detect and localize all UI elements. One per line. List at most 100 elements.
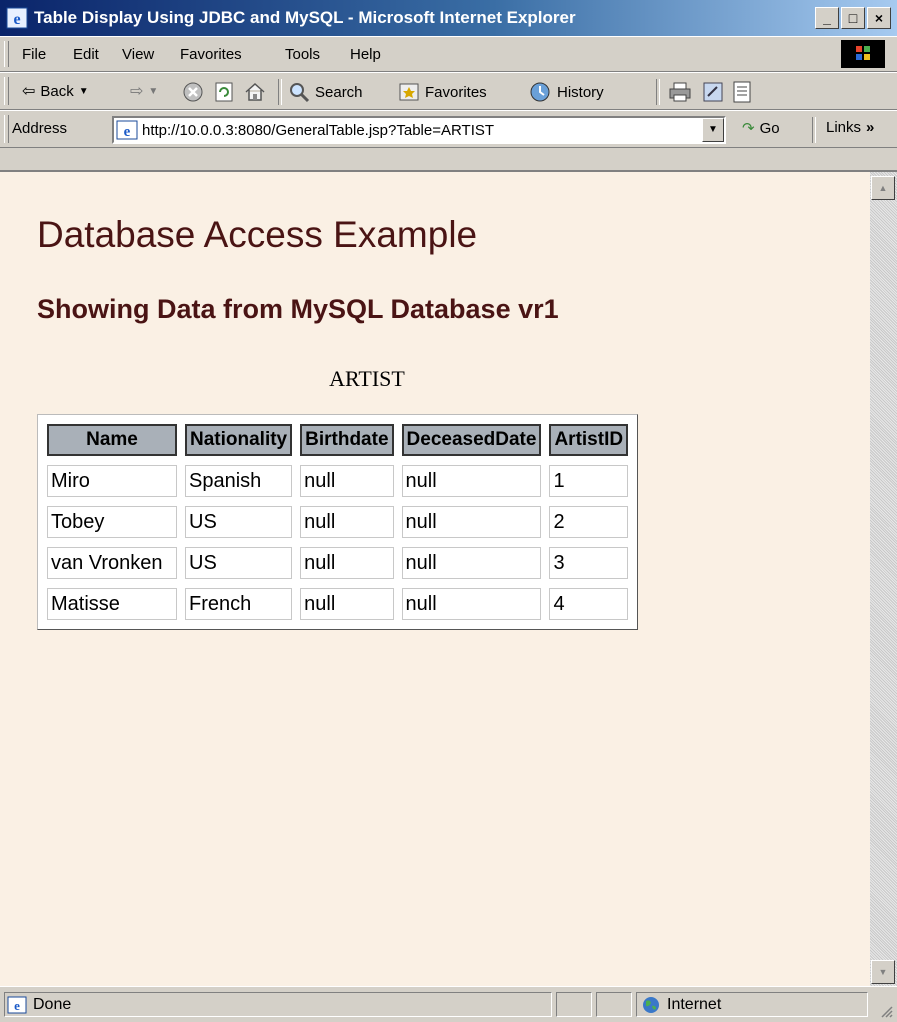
back-button[interactable]: ⇦ Back ▼ xyxy=(22,81,89,101)
menu-bar: File Edit View Favorites Tools Help xyxy=(0,36,897,72)
stop-icon xyxy=(183,82,203,102)
table-cell: US xyxy=(185,506,293,538)
table-cell: Tobey xyxy=(47,506,177,538)
title-bar: e Table Display Using JDBC and MySQL - M… xyxy=(0,0,897,36)
history-button[interactable]: History xyxy=(528,81,604,103)
table-cell: null xyxy=(300,465,394,497)
table-caption: ARTIST xyxy=(329,366,405,391)
table-cell: null xyxy=(401,465,542,497)
status-text: Done xyxy=(33,995,72,1013)
scroll-up-button[interactable]: ▲ xyxy=(871,176,895,200)
table-cell: US xyxy=(185,547,293,579)
ie-logo-icon: e xyxy=(6,7,28,29)
standard-toolbar: ⇦ Back ▼ ⇨ ▼ Search Favorites History xyxy=(0,72,897,110)
table-cell: 3 xyxy=(549,547,629,579)
address-label: Address xyxy=(12,120,68,137)
links-label: Links xyxy=(826,119,862,136)
links-button[interactable]: Links » xyxy=(826,119,874,136)
ie-page-icon: e xyxy=(116,120,138,140)
address-separator xyxy=(812,117,816,143)
scroll-down-button[interactable]: ▼ xyxy=(871,960,895,984)
vertical-scrollbar[interactable]: ▲ ▼ xyxy=(870,172,897,986)
menu-help[interactable]: Help xyxy=(350,46,381,63)
close-button[interactable]: × xyxy=(867,7,891,29)
table-cell: null xyxy=(300,547,394,579)
favorites-icon xyxy=(399,83,419,101)
go-arrow-icon: ↷ xyxy=(742,120,755,137)
table-cell: 4 xyxy=(549,588,629,620)
home-button[interactable] xyxy=(244,81,266,103)
forward-arrow-icon: ⇨ xyxy=(130,83,144,100)
zone-text: Internet xyxy=(667,995,722,1013)
globe-icon xyxy=(643,996,659,1013)
go-button[interactable]: ↷ Go xyxy=(742,119,780,138)
status-panel xyxy=(556,992,592,1017)
menu-view[interactable]: View xyxy=(122,46,154,63)
column-header-artistid: ArtistID xyxy=(549,424,629,456)
search-icon xyxy=(290,83,310,103)
data-table: Name Nationality Birthdate DeceasedDate … xyxy=(39,415,636,629)
back-arrow-icon: ⇦ xyxy=(22,83,36,100)
zone-panel: Internet xyxy=(636,992,868,1017)
table-cell: French xyxy=(185,588,293,620)
page-subheading: Showing Data from MySQL Database vr1 xyxy=(37,294,559,324)
toolbar-separator xyxy=(656,79,660,105)
address-url: http://10.0.0.3:8080/GeneralTable.jsp?Ta… xyxy=(142,121,495,139)
minimize-button[interactable]: _ xyxy=(815,7,839,29)
table-cell: null xyxy=(300,506,394,538)
table-row: Matisse French null null 4 xyxy=(47,588,629,620)
address-grip[interactable] xyxy=(4,115,9,143)
discuss-button[interactable] xyxy=(732,81,752,103)
go-label: Go xyxy=(759,119,780,137)
toolbar-separator xyxy=(278,79,282,105)
table-cell: Matisse xyxy=(47,588,177,620)
chevron-right-icon: » xyxy=(866,119,875,136)
printer-icon xyxy=(669,82,691,102)
toolbar-grip[interactable] xyxy=(4,77,9,105)
refresh-button[interactable] xyxy=(214,81,234,103)
forward-button[interactable]: ⇨ ▼ xyxy=(130,81,158,101)
column-header-birthdate: Birthdate xyxy=(300,424,394,456)
table-row: Miro Spanish null null 1 xyxy=(47,465,629,497)
status-panel xyxy=(596,992,632,1017)
svg-text:e: e xyxy=(14,998,20,1013)
ie-page-icon: e xyxy=(7,996,27,1013)
search-button[interactable]: Search xyxy=(288,81,363,103)
favorites-button[interactable]: Favorites xyxy=(398,81,487,103)
content-frame-edge xyxy=(0,148,897,172)
stop-button[interactable] xyxy=(182,81,204,103)
favorites-label: Favorites xyxy=(425,83,487,101)
table-header-row: Name Nationality Birthdate DeceasedDate … xyxy=(47,424,629,456)
table-cell: 2 xyxy=(549,506,629,538)
address-bar: Address e http://10.0.0.3:8080/GeneralTa… xyxy=(0,110,897,148)
column-header-deceaseddate: DeceasedDate xyxy=(401,424,542,456)
menu-grip[interactable] xyxy=(4,41,9,67)
resize-grip-icon[interactable] xyxy=(879,1004,893,1018)
address-dropdown-button[interactable]: ▼ xyxy=(702,118,724,142)
edit-button[interactable] xyxy=(702,81,724,103)
maximize-button[interactable]: □ xyxy=(841,7,865,29)
table-cell: null xyxy=(401,506,542,538)
status-bar: e Done Internet xyxy=(0,986,897,1022)
menu-file[interactable]: File xyxy=(22,46,46,63)
page-content: Database Access Example Showing Data fro… xyxy=(0,172,870,986)
chevron-down-icon[interactable]: ▼ xyxy=(148,86,158,97)
table-cell: 1 xyxy=(549,465,629,497)
table-cell: null xyxy=(401,588,542,620)
print-button[interactable] xyxy=(668,81,692,103)
address-input[interactable]: e http://10.0.0.3:8080/GeneralTable.jsp?… xyxy=(112,116,726,144)
page-heading: Database Access Example xyxy=(37,214,478,255)
home-icon xyxy=(245,82,265,101)
windows-logo-icon xyxy=(841,40,885,68)
chevron-down-icon[interactable]: ▼ xyxy=(79,86,89,97)
table-cell: Miro xyxy=(47,465,177,497)
history-label: History xyxy=(557,83,604,101)
menu-tools[interactable]: Tools xyxy=(285,46,320,63)
data-table-frame: Name Nationality Birthdate DeceasedDate … xyxy=(37,414,639,630)
menu-favorites[interactable]: Favorites xyxy=(180,46,242,63)
document-icon xyxy=(733,81,751,103)
window-title: Table Display Using JDBC and MySQL - Mic… xyxy=(34,8,576,27)
svg-text:e: e xyxy=(124,124,131,140)
table-cell: Spanish xyxy=(185,465,293,497)
menu-edit[interactable]: Edit xyxy=(73,46,99,63)
